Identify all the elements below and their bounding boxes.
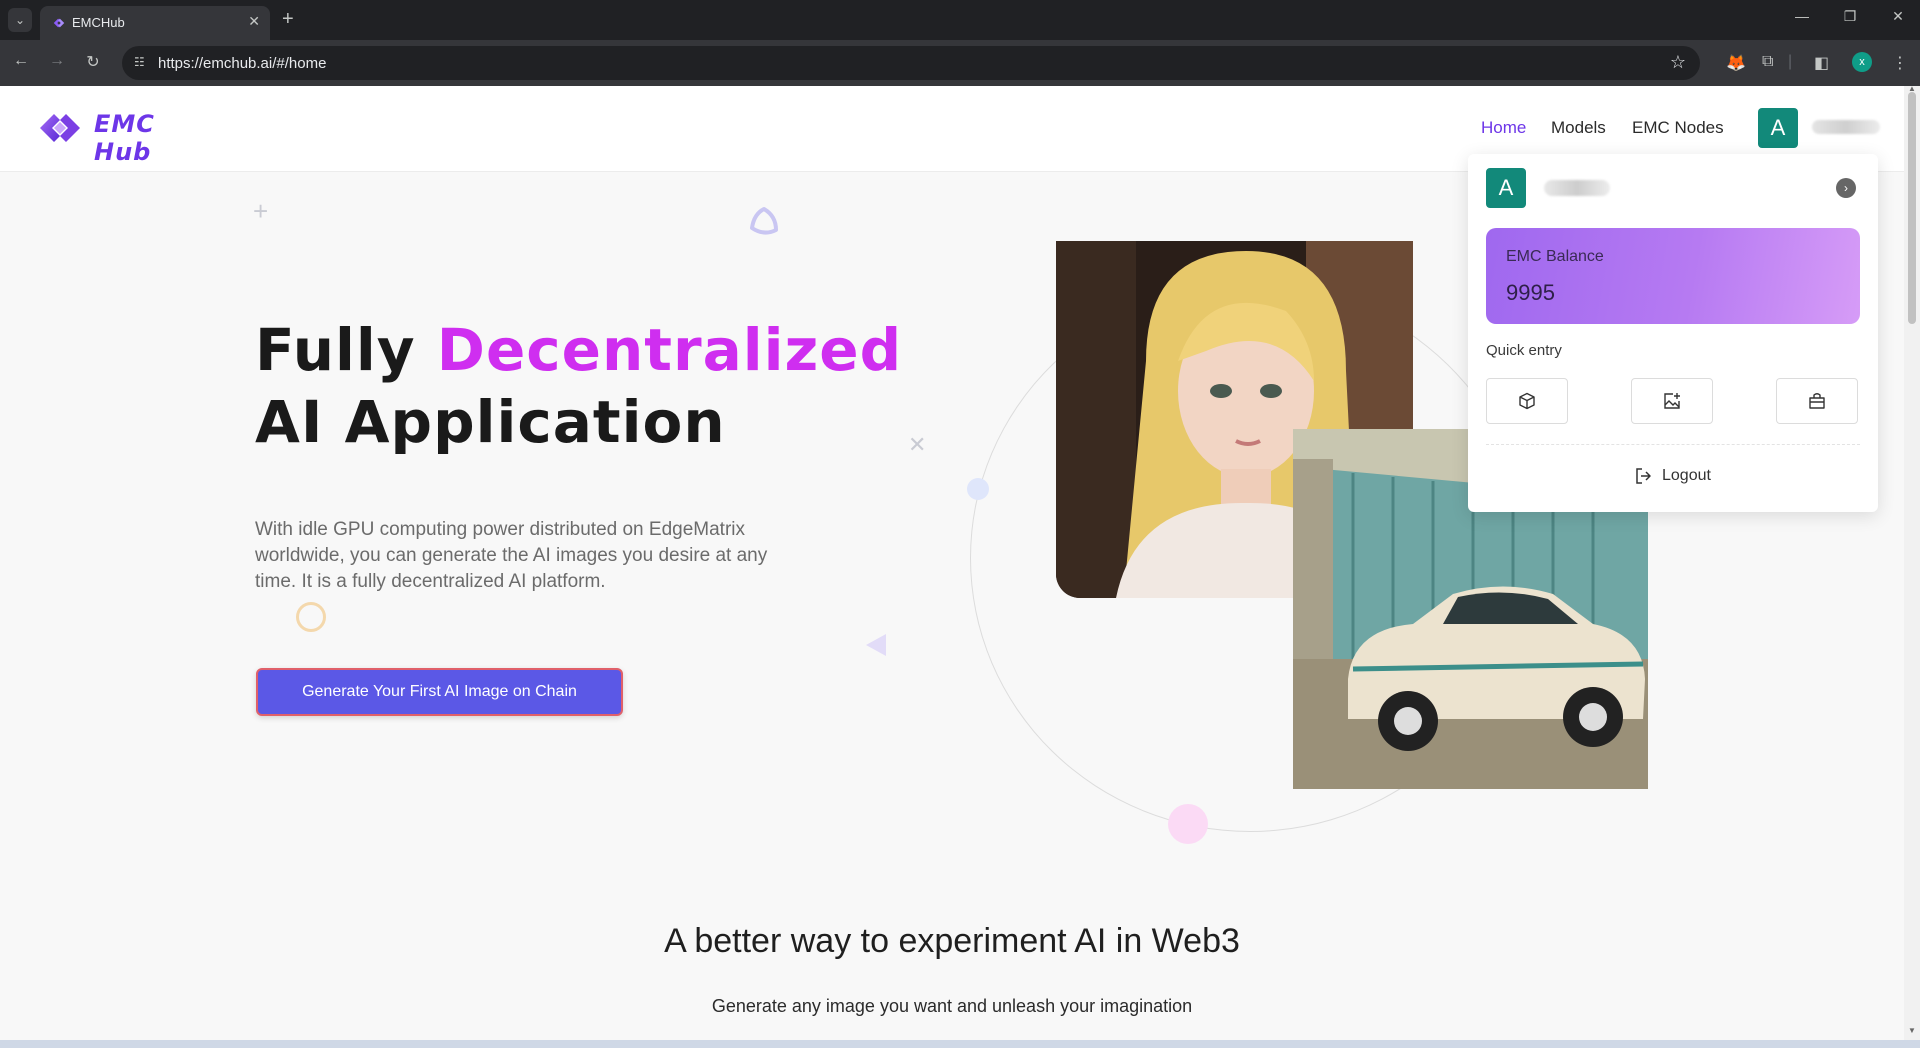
image-add-icon [1664, 393, 1680, 409]
reload-icon[interactable]: ↻ [82, 52, 104, 72]
hero-description: With idle GPU computing power distribute… [255, 519, 768, 592]
emc-logo-mark-icon [40, 114, 80, 142]
orbit-dot-blue [967, 478, 989, 500]
orbit-dot-pink [1168, 804, 1208, 844]
cross-decoration: ✕ [908, 432, 927, 457]
user-avatar[interactable]: A [1758, 108, 1798, 148]
emc-hub-logo[interactable]: EMC Hub [36, 106, 216, 166]
shop-bag-icon [1809, 393, 1825, 409]
tab-title: EMCHub [72, 15, 125, 30]
dropdown-avatar: A [1486, 168, 1526, 208]
quick-entry-generate-button[interactable] [1631, 378, 1713, 424]
metamask-extension-icon[interactable]: 🦊 [1726, 53, 1746, 73]
browser-tab[interactable]: EMCHub ✕ [40, 6, 270, 40]
url-text: https://emchub.ai/#/home [158, 55, 327, 72]
user-dropdown-panel: A › EMC Balance 9995 Quick entry Logout [1468, 154, 1878, 512]
username-redacted[interactable] [1812, 120, 1880, 134]
window-close-icon[interactable]: ✕ [1886, 8, 1910, 25]
nav-home[interactable]: Home [1481, 118, 1526, 138]
balance-value: 9995 [1506, 280, 1555, 305]
tab-close-icon[interactable]: ✕ [248, 13, 260, 30]
triangle-decoration [866, 634, 886, 656]
generate-first-image-button[interactable]: Generate Your First AI Image on Chain [256, 668, 623, 716]
page-scrollbar[interactable]: ▲ ▼ [1904, 84, 1920, 1040]
hero-title-part2: AI Application [255, 388, 726, 456]
bookmark-star-icon[interactable]: ☆ [1670, 52, 1686, 73]
hero-title-part1: Fully [255, 316, 437, 384]
new-tab-button[interactable]: + [282, 8, 294, 30]
logout-label: Logout [1662, 467, 1711, 484]
site-info-icon[interactable]: ☷ [134, 55, 150, 71]
dropdown-divider [1486, 444, 1860, 445]
restore-icon[interactable]: ❐ [1838, 8, 1862, 25]
logout-icon [1636, 468, 1651, 484]
nav-emc-nodes[interactable]: EMC Nodes [1632, 118, 1724, 138]
dropdown-username-redacted [1544, 180, 1610, 196]
os-taskbar [0, 1040, 1920, 1048]
logo-text: EMC Hub [94, 110, 155, 166]
section-subtitle: Generate any image you want and unleash … [711, 996, 1193, 1016]
browser-tab-bar: ⌄ EMCHub ✕ + — ❐ ✕ [0, 0, 1920, 40]
emchub-favicon-icon [53, 18, 65, 28]
tab-list-button[interactable]: ⌄ [8, 8, 32, 32]
scroll-down-icon[interactable]: ▼ [1908, 1026, 1916, 1035]
address-bar[interactable]: ☷ https://emchub.ai/#/home ☆ [122, 46, 1700, 80]
back-icon[interactable]: ← [10, 52, 32, 70]
logout-button[interactable]: Logout [1634, 464, 1711, 488]
balance-label: EMC Balance [1506, 248, 1604, 265]
emc-balance-card: EMC Balance 9995 [1486, 228, 1860, 324]
scroll-thumb[interactable] [1908, 92, 1916, 324]
toolbar-divider: | [1788, 53, 1793, 70]
browser-profile-avatar[interactable]: x [1852, 52, 1872, 72]
extensions-puzzle-icon[interactable]: ⧉ [1762, 53, 1773, 71]
quick-entry-shop-button[interactable] [1776, 378, 1858, 424]
browser-toolbar: ← → ↻ ☷ https://emchub.ai/#/home ☆ 🦊 ⧉ |… [0, 40, 1920, 86]
quick-entry-label: Quick entry [1486, 342, 1562, 359]
side-panel-icon[interactable]: ◧ [1814, 53, 1829, 73]
forward-icon[interactable]: → [46, 52, 68, 70]
nav-models[interactable]: Models [1551, 118, 1606, 138]
section-title: A better way to experiment AI in Web3 [664, 922, 1240, 960]
plus-decoration: + [253, 196, 269, 226]
minimize-icon[interactable]: — [1790, 8, 1814, 24]
profile-arrow-icon[interactable]: › [1836, 178, 1856, 198]
circle-decoration [296, 602, 326, 632]
quick-entry-models-button[interactable] [1486, 378, 1568, 424]
triangle-ring-decoration [750, 207, 778, 235]
hero-title: Fully Decentralized AI Application [255, 314, 902, 458]
hero-title-highlight: Decentralized [436, 316, 903, 384]
cube-icon [1519, 392, 1535, 410]
browser-menu-icon[interactable]: ⋮ [1892, 53, 1908, 73]
